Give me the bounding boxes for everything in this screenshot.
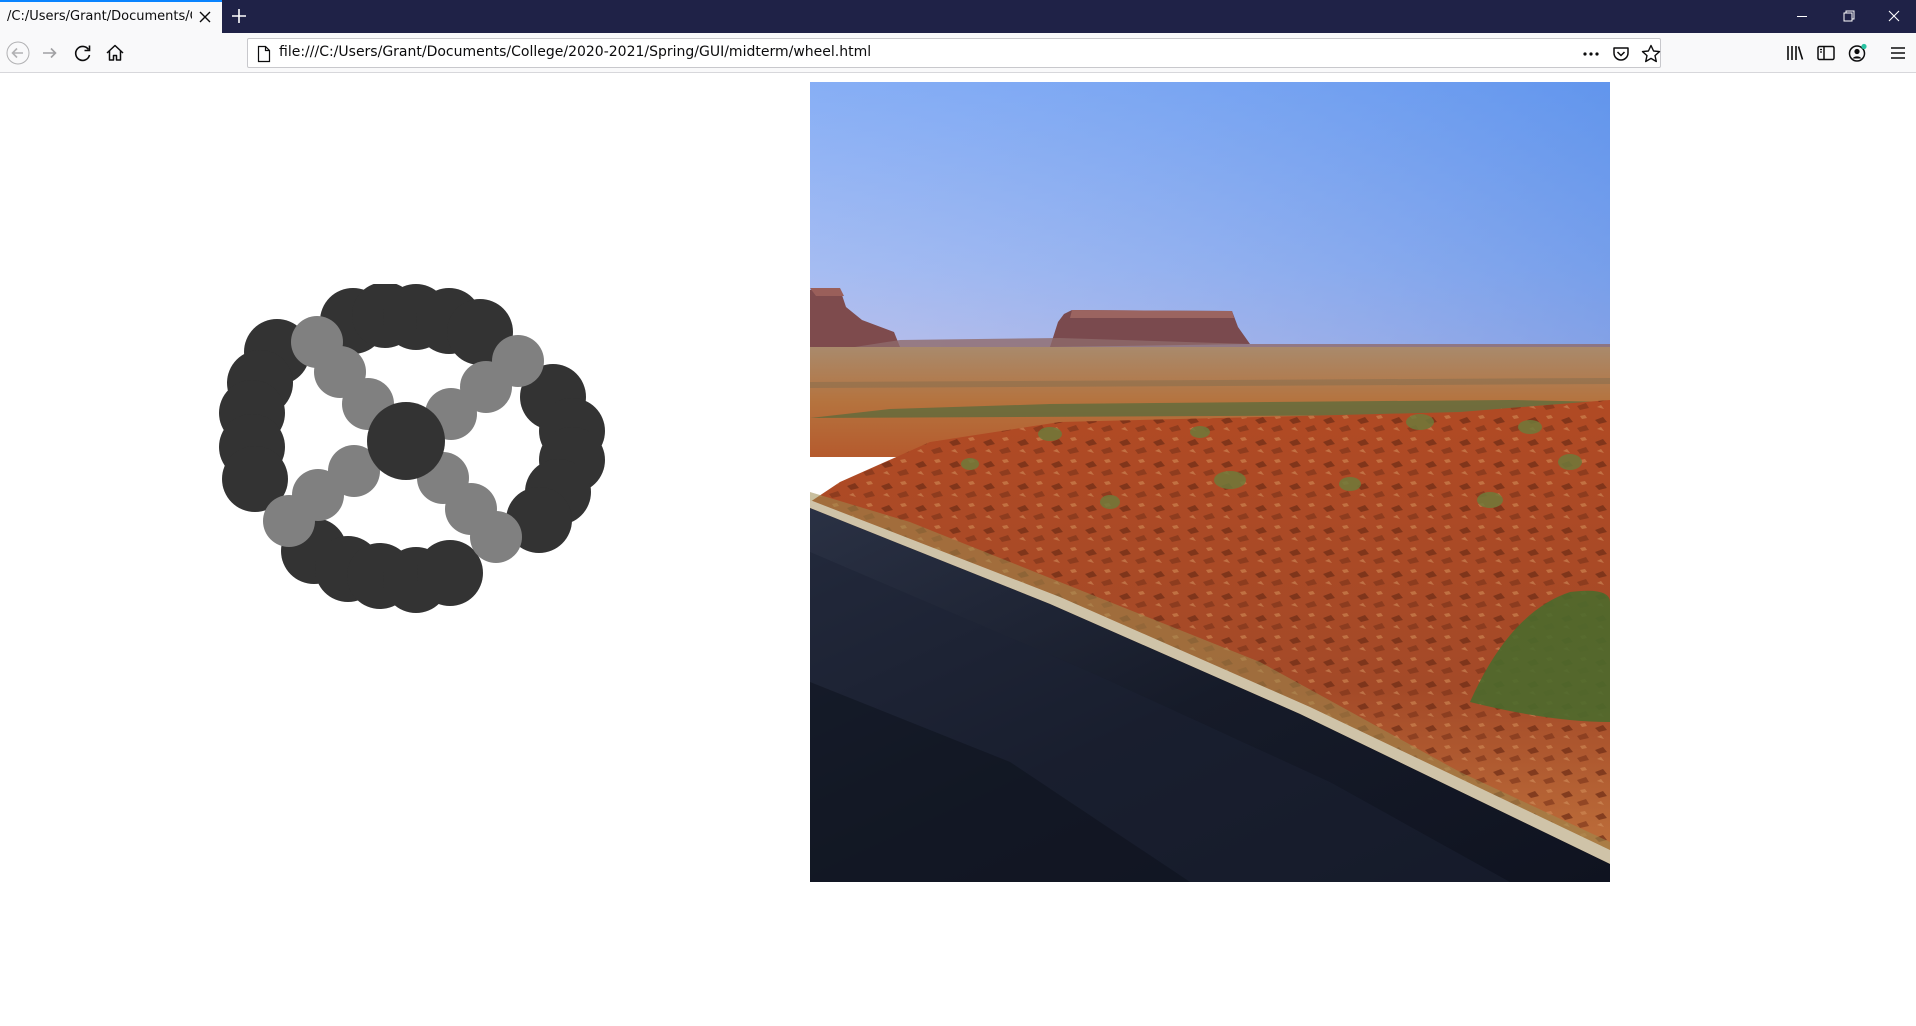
- account-icon[interactable]: [1844, 40, 1870, 66]
- address-bar[interactable]: file:///C:/Users/Grant/Documents/College…: [247, 38, 1661, 68]
- forward-arrow-icon[interactable]: [37, 40, 63, 66]
- wheel-hub: [367, 402, 445, 480]
- star-icon[interactable]: [1639, 42, 1663, 66]
- minimize-icon[interactable]: [1780, 0, 1824, 33]
- close-window-icon[interactable]: [1872, 0, 1916, 33]
- navigation-toolbar: file:///C:/Users/Grant/Documents/College…: [0, 33, 1916, 73]
- desert-road-image: [810, 82, 1610, 882]
- tab-title: /C:/Users/Grant/Documents/College/2020-2…: [7, 9, 192, 24]
- tab-strip: /C:/Users/Grant/Documents/College/2020-2…: [0, 0, 1916, 33]
- browser-tab[interactable]: /C:/Users/Grant/Documents/College/2020-2…: [0, 0, 222, 33]
- sidebar-icon[interactable]: [1813, 40, 1839, 66]
- page-content: [0, 74, 1916, 1026]
- pocket-icon[interactable]: [1609, 42, 1633, 66]
- close-icon[interactable]: [196, 8, 214, 26]
- home-icon[interactable]: [102, 40, 128, 66]
- url-text[interactable]: file:///C:/Users/Grant/Documents/College…: [279, 44, 871, 60]
- wheel-drawing: [219, 284, 605, 613]
- hamburger-icon[interactable]: [1885, 40, 1911, 66]
- page-icon: [257, 45, 271, 63]
- restore-icon[interactable]: [1826, 0, 1870, 33]
- plus-icon[interactable]: [228, 5, 250, 27]
- more-icon[interactable]: [1579, 42, 1603, 66]
- back-arrow-icon[interactable]: [5, 40, 31, 66]
- library-icon[interactable]: [1782, 40, 1808, 66]
- reload-icon[interactable]: [70, 40, 96, 66]
